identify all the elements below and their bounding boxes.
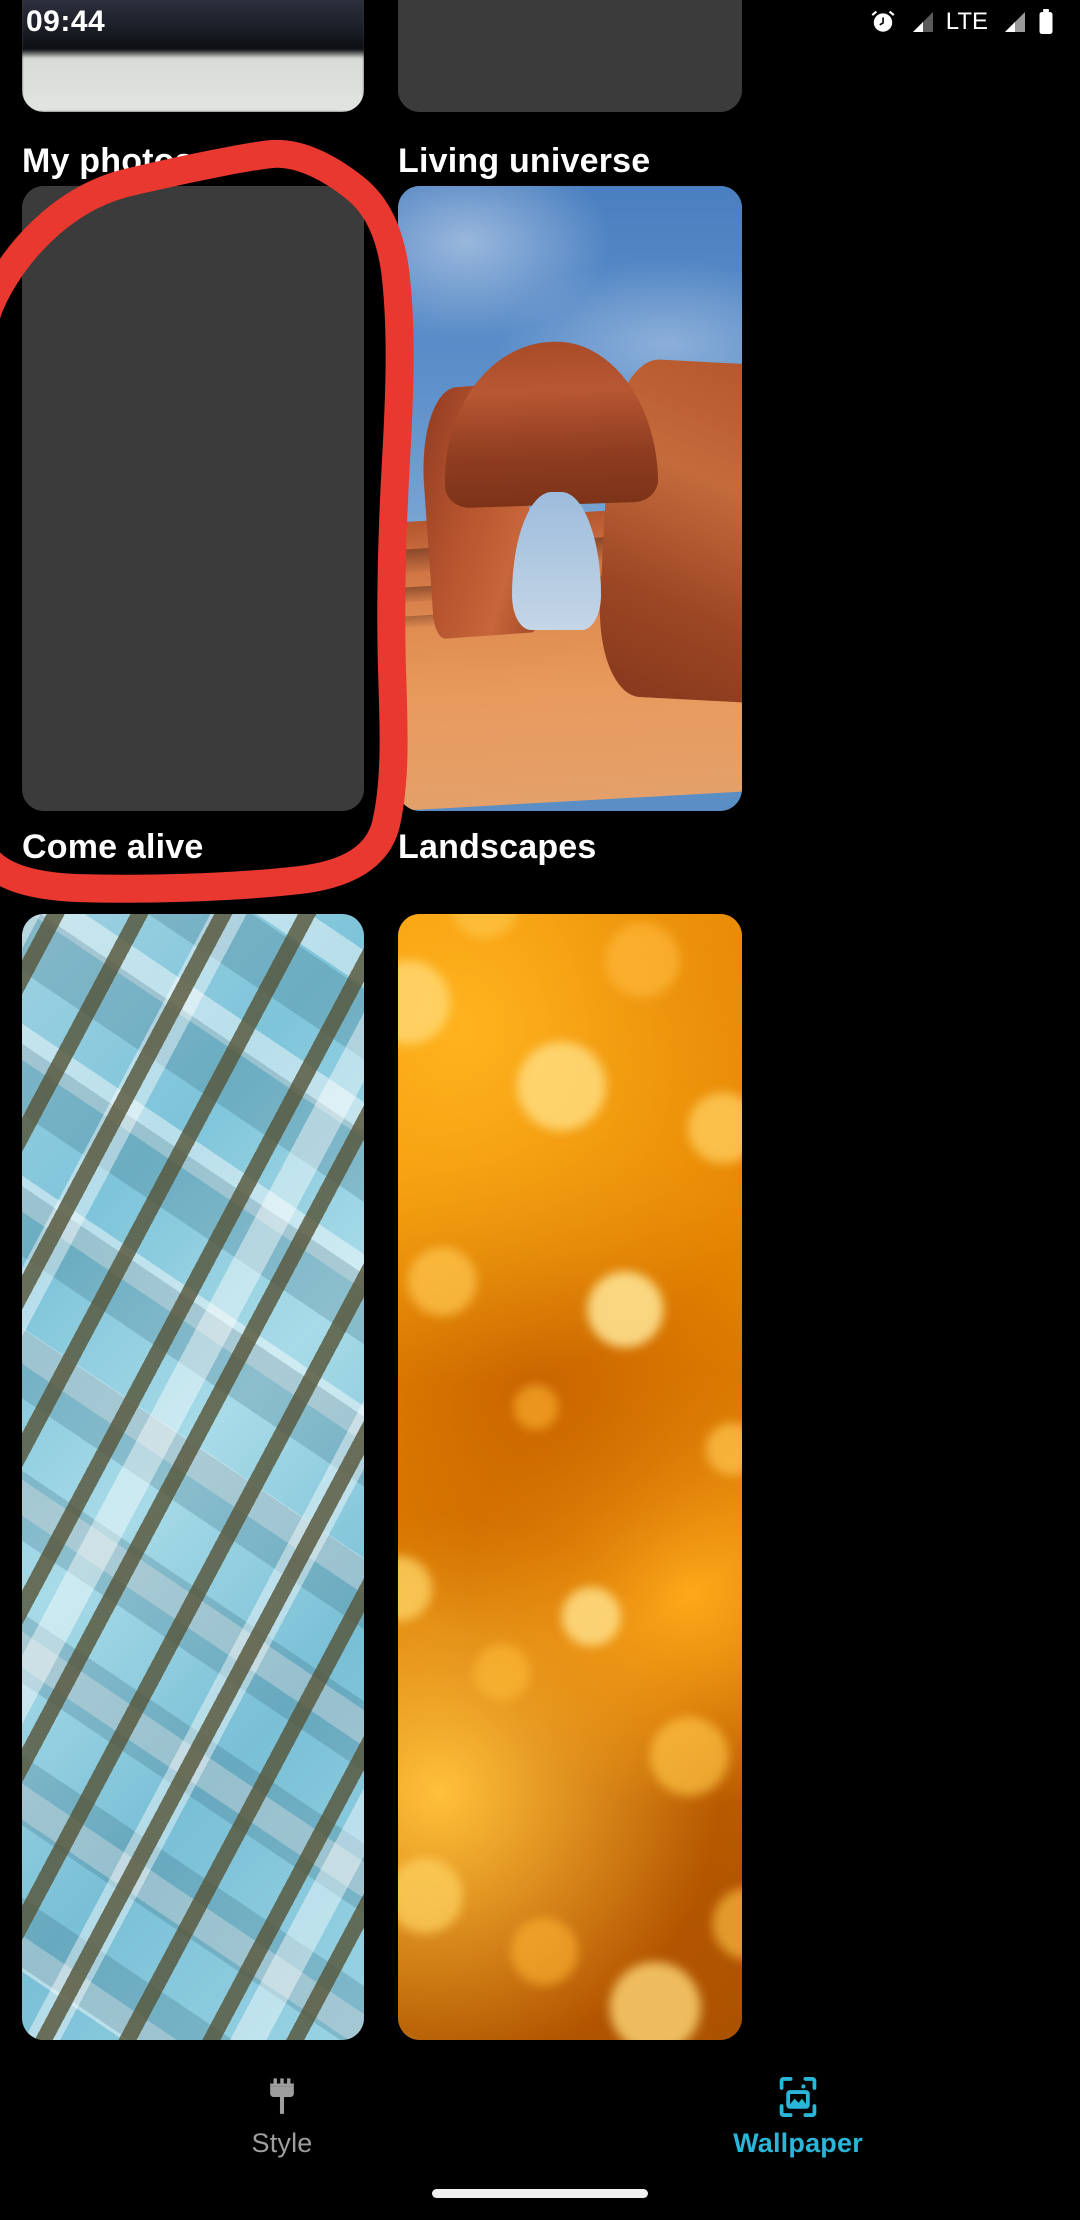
home-indicator[interactable] xyxy=(432,2189,648,2198)
nav-item-wallpaper[interactable]: Wallpaper xyxy=(663,2074,933,2159)
status-bar-icons: LTE xyxy=(870,8,1054,36)
wallpaper-tile-label-landscapes: Landscapes xyxy=(398,828,597,866)
blue-architecture-photo-image xyxy=(22,914,364,2040)
status-bar-clock: 09:44 xyxy=(26,5,106,38)
wallpaper-frame-icon xyxy=(776,2074,820,2120)
nav-item-label-style: Style xyxy=(251,2128,313,2158)
wallpaper-tile-label-my-photos: My photos xyxy=(22,142,194,180)
wallpaper-tile-blue-architecture[interactable] xyxy=(22,914,364,2040)
signal-bars-icon xyxy=(908,11,934,33)
wallpaper-thumbnail[interactable] xyxy=(22,914,364,2040)
paintbrush-icon xyxy=(261,2074,303,2120)
wallpaper-tile-label-come-alive: Come alive xyxy=(22,828,204,866)
wallpaper-tile-label-living-universe: Living universe xyxy=(398,142,651,180)
wallpaper-tile-orange-bokeh[interactable] xyxy=(398,914,742,2040)
wallpaper-thumbnail[interactable] xyxy=(398,186,742,811)
wallpaper-thumbnail[interactable] xyxy=(398,914,742,2040)
wallpaper-category-grid[interactable]: My photos Living universe Come alive Lan… xyxy=(0,0,1080,2060)
wallpaper-thumbnail[interactable] xyxy=(22,186,364,811)
gray-placeholder-image xyxy=(22,186,364,811)
nav-item-label-wallpaper: Wallpaper xyxy=(733,2128,863,2158)
wallpaper-tile-landscapes[interactable] xyxy=(398,186,742,811)
status-bar: 09:44 LTE xyxy=(0,0,1080,44)
desert-arch-photo-image xyxy=(398,186,742,811)
battery-icon xyxy=(1038,9,1054,35)
signal-bars-secondary-icon xyxy=(1000,11,1026,33)
nav-item-style[interactable]: Style xyxy=(147,2074,417,2159)
alarm-icon xyxy=(870,9,896,35)
orange-bokeh-photo-image xyxy=(398,914,742,2040)
network-type-label: LTE xyxy=(945,8,988,35)
wallpaper-tile-come-alive[interactable] xyxy=(22,186,364,811)
